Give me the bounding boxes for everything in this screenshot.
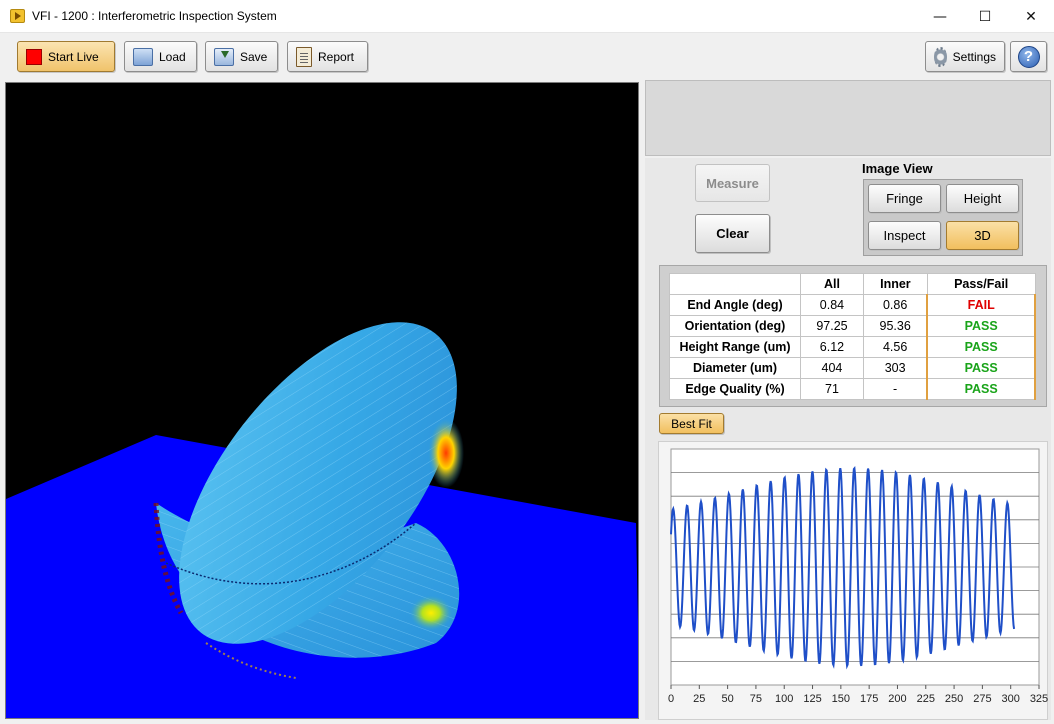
x-tick-label: 200 <box>888 693 906 705</box>
x-tick-label: 150 <box>832 693 850 705</box>
save-label: Save <box>240 49 268 64</box>
table-header: Pass/Fail <box>926 273 1036 295</box>
x-tick-label: 50 <box>721 693 733 705</box>
cell-status: PASS <box>926 315 1036 337</box>
fringe-profile-chart: 0 25 50 75 100 125 150 175 200 225 250 275 300 325 <box>658 441 1048 720</box>
row-label: Edge Quality (%) <box>669 378 801 400</box>
clipboard-icon <box>296 46 312 67</box>
table-row: Height Range (um) 6.12 4.56 PASS <box>669 336 1036 358</box>
chart-svg: 0 25 50 75 100 125 150 175 200 225 250 275 300 325 <box>668 448 1048 705</box>
x-tick-label: 275 <box>973 693 991 705</box>
clear-button[interactable]: Clear <box>695 214 770 253</box>
results-table-panel: All Inner Pass/Fail End Angle (deg) 0.84… <box>659 265 1047 407</box>
cell-status: PASS <box>926 357 1036 379</box>
cell-status: PASS <box>926 336 1036 358</box>
x-tick-label: 125 <box>803 693 821 705</box>
cell-inner: 95.36 <box>862 315 928 337</box>
minimize-button[interactable]: — <box>917 0 963 33</box>
best-fit-button[interactable]: Best Fit <box>659 413 724 434</box>
toolbar: Start Live Load Save Report Settings ? <box>0 34 1054 78</box>
x-tick-label: 300 <box>1002 693 1020 705</box>
save-button[interactable]: Save <box>205 41 278 72</box>
folder-icon <box>133 47 153 66</box>
x-tick-label: 75 <box>750 693 762 705</box>
app-icon <box>10 9 25 23</box>
3d-view-button[interactable]: 3D <box>946 221 1019 250</box>
window-title: VFI - 1200 : Interferometric Inspection … <box>32 9 277 23</box>
load-label: Load <box>159 49 186 64</box>
title-bar: VFI - 1200 : Interferometric Inspection … <box>0 0 1054 33</box>
close-button[interactable]: ✕ <box>1008 0 1054 33</box>
x-tick-label: 25 <box>693 693 705 705</box>
inspect-view-button[interactable]: Inspect <box>868 221 941 250</box>
report-button[interactable]: Report <box>287 41 368 72</box>
x-tick-label: 250 <box>945 693 963 705</box>
results-table: All Inner Pass/Fail End Angle (deg) 0.84… <box>669 273 1036 400</box>
height-view-button[interactable]: Height <box>946 184 1019 213</box>
row-label: Diameter (um) <box>669 357 801 379</box>
cell-all: 6.12 <box>800 336 864 358</box>
cell-inner: 0.86 <box>862 294 928 316</box>
cell-inner: 4.56 <box>862 336 928 358</box>
x-tick-label: 225 <box>917 693 935 705</box>
cell-status: PASS <box>926 378 1036 400</box>
x-tick-label: 0 <box>668 693 674 705</box>
cell-all: 71 <box>800 378 864 400</box>
settings-button[interactable]: Settings <box>925 41 1005 72</box>
right-panel: Measure Clear Image View Fringe Height I… <box>645 158 1051 720</box>
row-label: Orientation (deg) <box>669 315 801 337</box>
report-label: Report <box>318 49 355 64</box>
measure-button[interactable]: Measure <box>695 164 770 202</box>
image-view-label: Image View <box>862 161 933 176</box>
table-header: Inner <box>862 273 928 295</box>
3d-surface-render <box>6 322 638 718</box>
x-tick-label: 175 <box>860 693 878 705</box>
table-row: End Angle (deg) 0.84 0.86 FAIL <box>669 294 1036 316</box>
gear-icon <box>934 46 947 67</box>
maximize-button[interactable]: ☐ <box>962 0 1008 33</box>
image-view-group: Fringe Height Inspect 3D <box>863 179 1023 256</box>
info-panel <box>645 80 1051 156</box>
x-tick-label: 325 <box>1030 693 1048 705</box>
start-live-button[interactable]: Start Live <box>17 41 115 72</box>
table-row: Diameter (um) 404 303 PASS <box>669 357 1036 379</box>
cell-all: 404 <box>800 357 864 379</box>
start-live-label: Start Live <box>48 49 99 64</box>
save-icon <box>214 47 234 66</box>
cell-inner: 303 <box>862 357 928 379</box>
cell-status: FAIL <box>926 294 1036 316</box>
cell-all: 0.84 <box>800 294 864 316</box>
stop-square-icon <box>26 48 42 65</box>
x-tick-label: 100 <box>775 693 793 705</box>
cell-all: 97.25 <box>800 315 864 337</box>
cell-inner: - <box>862 378 928 400</box>
table-header: All <box>800 273 864 295</box>
load-button[interactable]: Load <box>124 41 197 72</box>
row-label: End Angle (deg) <box>669 294 801 316</box>
help-icon: ? <box>1017 45 1040 68</box>
table-header <box>669 273 801 295</box>
table-row: Orientation (deg) 97.25 95.36 PASS <box>669 315 1036 337</box>
help-button[interactable]: ? <box>1010 41 1047 72</box>
settings-label: Settings <box>952 49 996 64</box>
row-label: Height Range (um) <box>669 336 801 358</box>
fringe-view-button[interactable]: Fringe <box>868 184 941 213</box>
table-row: Edge Quality (%) 71 - PASS <box>669 378 1036 400</box>
image-viewport[interactable] <box>5 82 639 719</box>
